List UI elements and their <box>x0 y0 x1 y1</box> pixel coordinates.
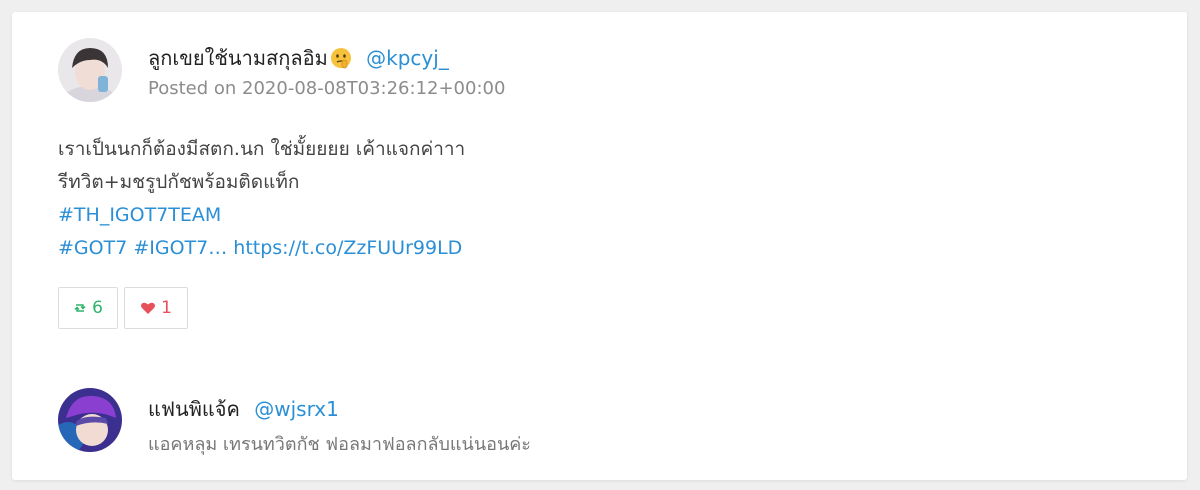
author-display-name: ลูกเขยใช้นามสกุลอิม <box>148 46 328 70</box>
retweet-icon <box>74 304 86 312</box>
author-avatar[interactable] <box>58 38 122 102</box>
post-timestamp: Posted on 2020-08-08T03:26:12+00:00 <box>148 78 506 99</box>
hashtags-link[interactable]: #GOT7 #IGOT7… <box>58 237 227 259</box>
retweet-button[interactable]: 6 <box>58 287 118 329</box>
shushing-face-emoji-icon <box>330 47 352 69</box>
tweet-body: เราเป็นนกก็ต้องมีสตก.นก ใช่มั้ยยยย เค้าแ… <box>58 133 465 265</box>
hashtag-link[interactable]: #TH_IGOT7TEAM <box>58 199 465 232</box>
tweet-line-2: รีทวิต+มชรูปกัชพร้อมติดแท็ก <box>58 171 300 193</box>
reply-handle-link[interactable]: @wjsrx1 <box>254 397 339 421</box>
tweet-url-link[interactable]: https://t.co/ZzFUUr99LD <box>233 237 462 259</box>
retweet-count: 6 <box>92 298 103 318</box>
like-button[interactable]: 1 <box>124 287 188 329</box>
like-count: 1 <box>161 298 172 318</box>
tweet-actions: 6 1 <box>58 287 188 329</box>
reply-author-avatar[interactable] <box>58 388 122 452</box>
author-handle-link[interactable]: @kpcyj_ <box>366 46 449 70</box>
tweet-line-4: #GOT7 #IGOT7… https://t.co/ZzFUUr99LD <box>58 232 465 265</box>
heart-icon <box>141 302 156 314</box>
author-name: ลูกเขยใช้นามสกุลอิม @kpcyj_ <box>148 42 449 74</box>
tweet-card: ลูกเขยใช้นามสกุลอิม @kpcyj_ Posted on 20… <box>12 12 1187 480</box>
tweet-line-1: เราเป็นนกก็ต้องมีสตก.นก ใช่มั้ยยยย เค้าแ… <box>58 138 466 160</box>
reply-display-name: แฟนพิแจ้ค <box>148 397 240 421</box>
reply-author-name: แฟนพิแจ้ค @wjsrx1 <box>148 393 339 425</box>
reply-text: แอคหลุม เทรนทวิตกัช ฟอลมาฟอลกลับแน่นอนค่… <box>148 434 531 455</box>
